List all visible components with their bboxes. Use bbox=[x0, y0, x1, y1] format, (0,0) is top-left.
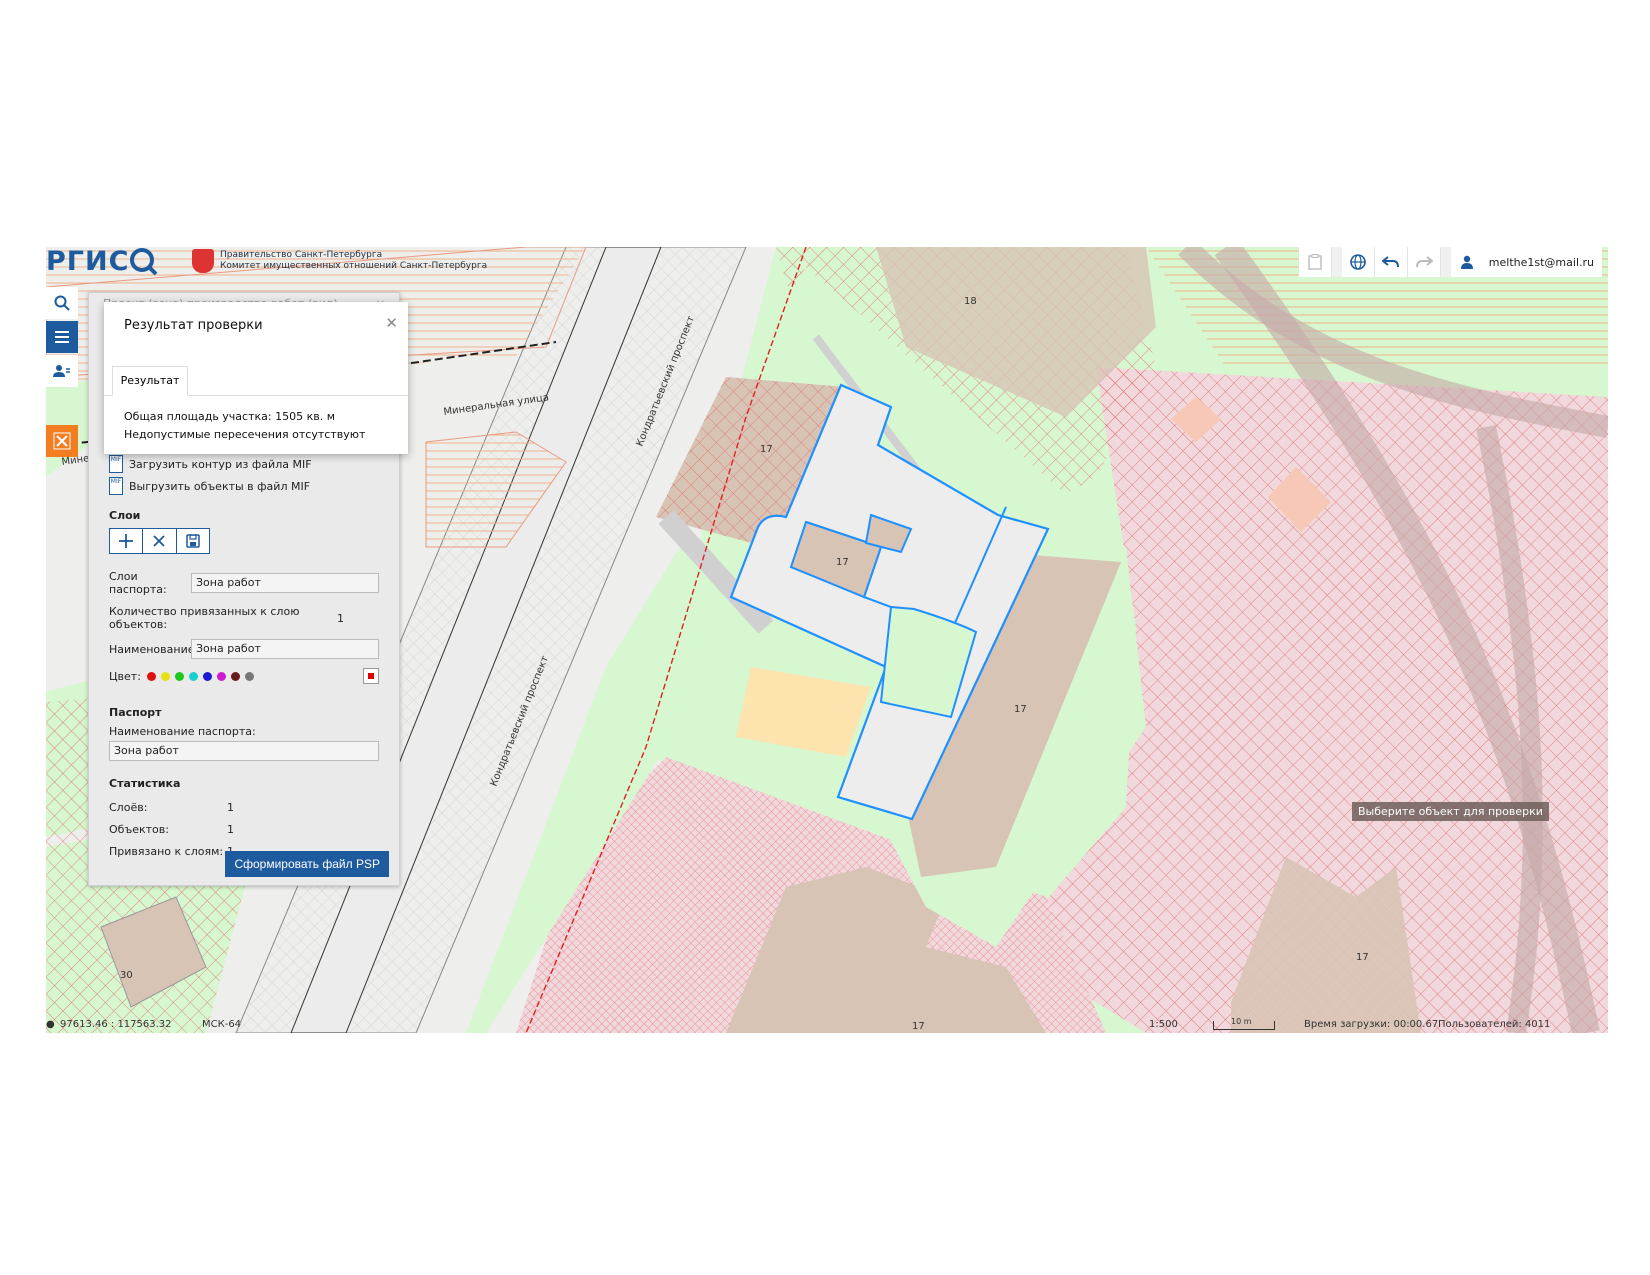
user-list-button[interactable] bbox=[46, 355, 78, 387]
parcel-label-18: 18 bbox=[964, 296, 977, 307]
plus-icon bbox=[119, 534, 134, 548]
load-mif-button[interactable]: MIF Загрузить контур из файла MIF bbox=[109, 453, 379, 475]
color-swatch[interactable] bbox=[160, 671, 170, 681]
stat-label: Слоёв: bbox=[109, 800, 148, 814]
tab-result[interactable]: Результат bbox=[112, 366, 188, 396]
load-time: Время загрузки: 00:00.67 bbox=[1304, 1019, 1439, 1030]
user-email[interactable]: melthe1st@mail.ru bbox=[1483, 256, 1602, 269]
bound-count-label: Количество привязанных к слою объектов: bbox=[109, 605, 300, 631]
undo-icon bbox=[1381, 256, 1399, 268]
name-input[interactable]: Зона работ bbox=[191, 639, 379, 659]
redo-button[interactable] bbox=[1408, 247, 1441, 277]
globe-icon bbox=[1349, 254, 1366, 270]
crs-select[interactable]: МСК-64 bbox=[202, 1019, 241, 1030]
mif-file-icon: MIF bbox=[109, 455, 123, 473]
left-toolbar bbox=[46, 287, 78, 459]
logo-text: РГИС bbox=[46, 247, 130, 277]
stat-row: Объектов: 1 bbox=[109, 818, 379, 840]
top-toolbar: melthe1st@mail.ru bbox=[1298, 247, 1602, 277]
color-swatch[interactable] bbox=[202, 671, 212, 681]
app-window: 18 17 17 17 17 17 30 Кондратьевский прос… bbox=[46, 247, 1608, 1033]
status-bar: ● 97613.46 : 117563.32 МСК-64 1:500 10 m… bbox=[46, 1017, 1608, 1033]
color-label: Цвет: bbox=[109, 669, 141, 683]
check-result-dialog: Результат проверки ✕ Результат Общая пло… bbox=[104, 302, 408, 454]
gov-line1: Правительство Санкт-Петербурга bbox=[220, 250, 383, 260]
passport-title: Паспорт bbox=[109, 706, 162, 719]
mif-file-icon: MIF bbox=[109, 477, 123, 495]
stat-label: Привязано к слоям: bbox=[109, 844, 224, 858]
parcel-label-17-b: 17 bbox=[836, 557, 849, 568]
color-swatch[interactable] bbox=[188, 671, 198, 681]
layers-title: Слои bbox=[109, 509, 141, 522]
passport-name-input[interactable]: Зона работ bbox=[109, 741, 379, 761]
delete-layer-button[interactable] bbox=[143, 529, 177, 553]
crest-icon bbox=[192, 249, 214, 273]
stats-title: Статистика bbox=[109, 777, 181, 790]
save-layer-button[interactable] bbox=[177, 529, 209, 553]
undo-button[interactable] bbox=[1375, 247, 1408, 277]
clipboard-button[interactable] bbox=[1299, 247, 1332, 277]
scale-bar-label: 10 m bbox=[1231, 1017, 1252, 1026]
parcel-label-17-c: 17 bbox=[1014, 704, 1027, 715]
close-icon bbox=[153, 535, 166, 547]
generate-psp-button[interactable]: Сформировать файл PSP bbox=[225, 851, 389, 877]
color-swatch[interactable] bbox=[244, 671, 254, 681]
bound-count-value: 1 bbox=[337, 611, 344, 625]
color-palette bbox=[146, 671, 254, 681]
export-mif-button[interactable]: MIF Выгрузить объекты в файл MIF bbox=[109, 475, 379, 497]
users-count: Пользователей: 4011 bbox=[1438, 1019, 1551, 1030]
dialog-title: Результат проверки bbox=[124, 318, 263, 333]
gov-header: Правительство Санкт-Петербурга Комитет и… bbox=[192, 249, 487, 273]
selected-color-swatch[interactable] bbox=[363, 668, 379, 684]
globe-button[interactable] bbox=[1342, 247, 1375, 277]
stat-value: 1 bbox=[227, 800, 234, 814]
clipboard-icon bbox=[1308, 254, 1322, 270]
parcel-label-17-a: 17 bbox=[760, 444, 773, 455]
save-icon bbox=[186, 534, 200, 548]
color-swatch[interactable] bbox=[146, 671, 156, 681]
rgis-logo[interactable]: РГИС bbox=[46, 247, 159, 277]
load-mif-label: Загрузить контур из файла MIF bbox=[129, 457, 312, 471]
search-button[interactable] bbox=[46, 287, 78, 319]
location-pin-icon: ● bbox=[46, 1019, 55, 1030]
menu-icon bbox=[55, 331, 69, 343]
stat-row: Слоёв: 1 bbox=[109, 796, 379, 818]
color-swatch[interactable] bbox=[216, 671, 226, 681]
user-list-icon bbox=[53, 365, 70, 377]
user-button[interactable] bbox=[1451, 247, 1483, 277]
parcel-label-30: 30 bbox=[120, 970, 133, 981]
coordinates: 97613.46 : 117563.32 bbox=[60, 1019, 172, 1030]
layer-actions bbox=[109, 528, 210, 554]
area-line: Общая площадь участка: 1505 кв. м bbox=[124, 410, 335, 423]
passport-layers-select[interactable]: Зона работ bbox=[191, 573, 379, 593]
name-label: Наименование: bbox=[109, 642, 199, 656]
scale-value: 1:500 bbox=[1149, 1019, 1178, 1030]
add-layer-button[interactable] bbox=[110, 529, 144, 553]
dialog-tabs: Результат bbox=[104, 366, 408, 396]
color-swatch[interactable] bbox=[174, 671, 184, 681]
passport-layers-label: Слои паспорта: bbox=[109, 570, 167, 596]
spb-button[interactable] bbox=[46, 425, 78, 457]
menu-button[interactable] bbox=[46, 321, 78, 353]
intersection-line: Недопустимые пересечения отсутствуют bbox=[124, 428, 366, 441]
stat-value: 1 bbox=[227, 822, 234, 836]
user-icon bbox=[1460, 255, 1473, 269]
map-tooltip: Выберите объект для проверки bbox=[1352, 802, 1549, 821]
logo-globe-icon bbox=[130, 248, 158, 276]
color-swatch[interactable] bbox=[230, 671, 240, 681]
passport-name-label: Наименование паспорта: bbox=[109, 725, 256, 738]
gov-line2: Комитет имущественных отношений Санкт-Пе… bbox=[220, 261, 488, 271]
search-icon bbox=[54, 295, 70, 311]
redo-icon bbox=[1415, 256, 1433, 268]
dialog-close-icon[interactable]: ✕ bbox=[385, 314, 398, 332]
spb-emblem-icon bbox=[53, 432, 71, 450]
stat-label: Объектов: bbox=[109, 822, 169, 836]
parcel-label-17-d: 17 bbox=[1356, 952, 1369, 963]
export-mif-label: Выгрузить объекты в файл MIF bbox=[129, 479, 311, 493]
